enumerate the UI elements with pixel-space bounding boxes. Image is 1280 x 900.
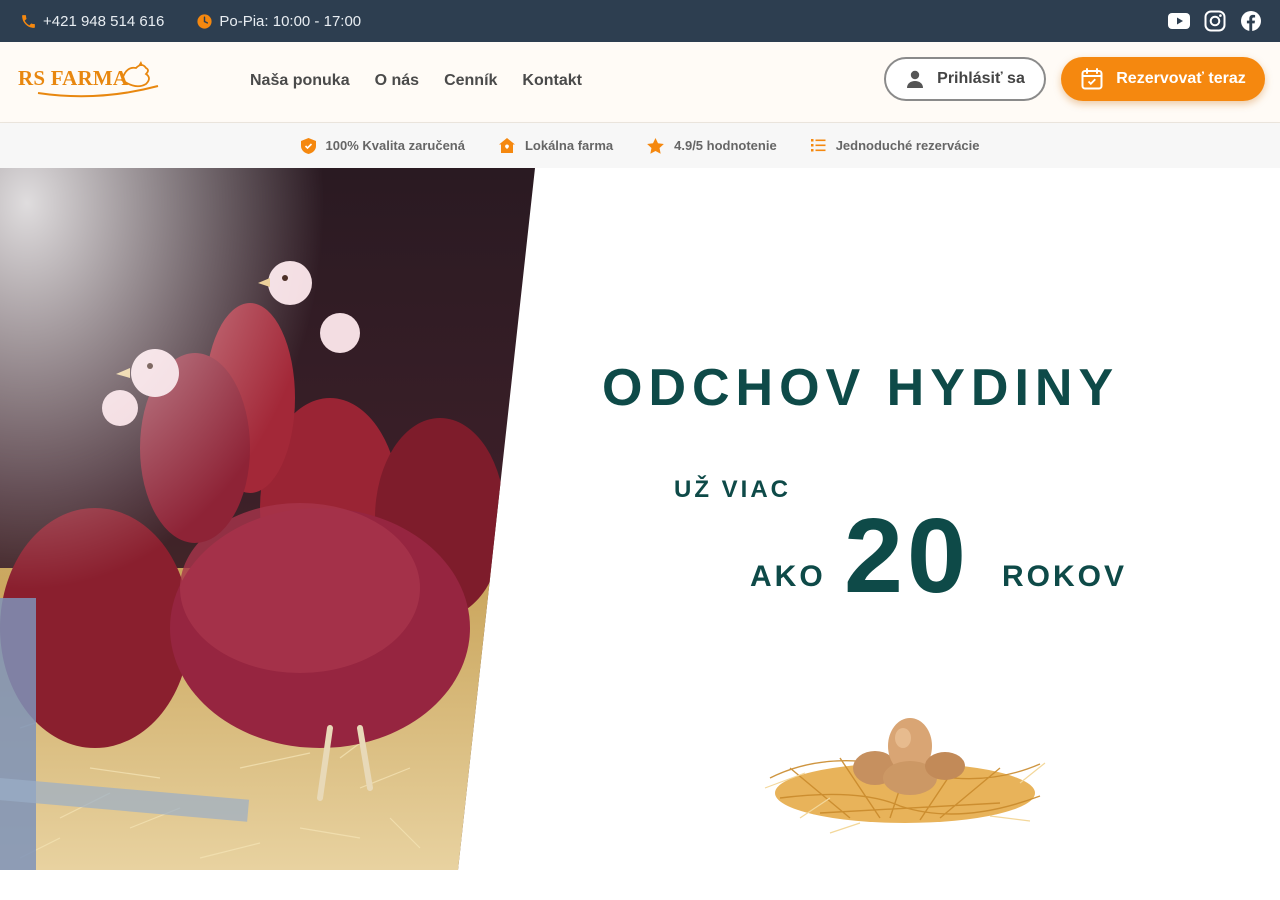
nav-item-contact[interactable]: Kontakt — [522, 72, 582, 90]
feature-quality: 100% Kvalita zaručená — [300, 137, 465, 154]
instagram-icon[interactable] — [1204, 10, 1226, 32]
shield-icon — [300, 137, 316, 154]
features-strip: 100% Kvalita zaručená Lokálna farma 4.9/… — [0, 123, 1280, 168]
user-icon — [907, 70, 924, 88]
phone-link[interactable]: +421 948 514 616 — [20, 13, 164, 30]
hero-text: ODCHOV HYDINY UŽ VIAC AKO 20 ROKOV — [560, 168, 1260, 870]
feature-label: Lokálna farma — [524, 138, 614, 153]
contact-info: +421 948 514 616 Po-Pia: 10:00 - 17:00 — [20, 0, 393, 42]
calendar-icon — [1081, 68, 1103, 90]
login-label: Prihlásiť sa — [937, 70, 1025, 87]
hens-photo — [0, 168, 535, 870]
home-icon — [498, 138, 515, 153]
clock-icon — [197, 13, 212, 29]
main-nav: Naša ponuka O nás Cenník Kontakt — [250, 72, 607, 90]
top-bar: +421 948 514 616 Po-Pia: 10:00 - 17:00 — [0, 0, 1280, 42]
phone-number: +421 948 514 616 — [43, 12, 165, 30]
nav-item-offer[interactable]: Naša ponuka — [250, 72, 350, 90]
hours-text: Po-Pia: 10:00 - 17:00 — [219, 12, 362, 30]
feature-local-farm: Lokálna farma — [498, 138, 614, 153]
list-icon — [810, 139, 826, 152]
opening-hours: Po-Pia: 10:00 - 17:00 — [196, 13, 361, 30]
hero-years-label: ROKOV — [1002, 560, 1128, 593]
star-icon — [647, 137, 664, 154]
youtube-icon[interactable] — [1168, 13, 1190, 29]
feature-easy-booking: Jednoduché rezervácie — [810, 138, 980, 153]
feature-label: Jednoduché rezervácie — [835, 138, 980, 153]
hero-ago: AKO — [750, 560, 826, 593]
login-button[interactable]: Prihlásiť sa — [884, 57, 1046, 101]
hero-since: UŽ VIAC — [674, 476, 791, 503]
nav-item-about[interactable]: O nás — [375, 72, 419, 90]
feature-label: 4.9/5 hodnotenie — [674, 138, 777, 153]
social-links — [1154, 0, 1262, 42]
egg-nest-image — [764, 718, 1046, 834]
logo[interactable]: RS FARMA — [18, 58, 168, 98]
nav-item-pricing[interactable]: Cenník — [444, 72, 497, 90]
reserve-label: Rezervovať teraz — [1116, 70, 1246, 87]
site-header: RS FARMA Naša ponuka O nás Cenník Kontak… — [0, 42, 1280, 123]
hero-title: ODCHOV HYDINY — [602, 359, 1120, 417]
feature-rating: 4.9/5 hodnotenie — [647, 137, 777, 154]
reserve-button[interactable]: Rezervovať teraz — [1061, 57, 1265, 101]
feature-label: 100% Kvalita zaručená — [325, 138, 465, 153]
facebook-icon[interactable] — [1240, 10, 1262, 32]
hero-section: ODCHOV HYDINY UŽ VIAC AKO 20 ROKOV — [0, 168, 1280, 870]
logo-text: RS FARMA — [18, 66, 129, 90]
phone-icon — [22, 14, 35, 28]
hero-years-number: 20 — [844, 497, 970, 615]
